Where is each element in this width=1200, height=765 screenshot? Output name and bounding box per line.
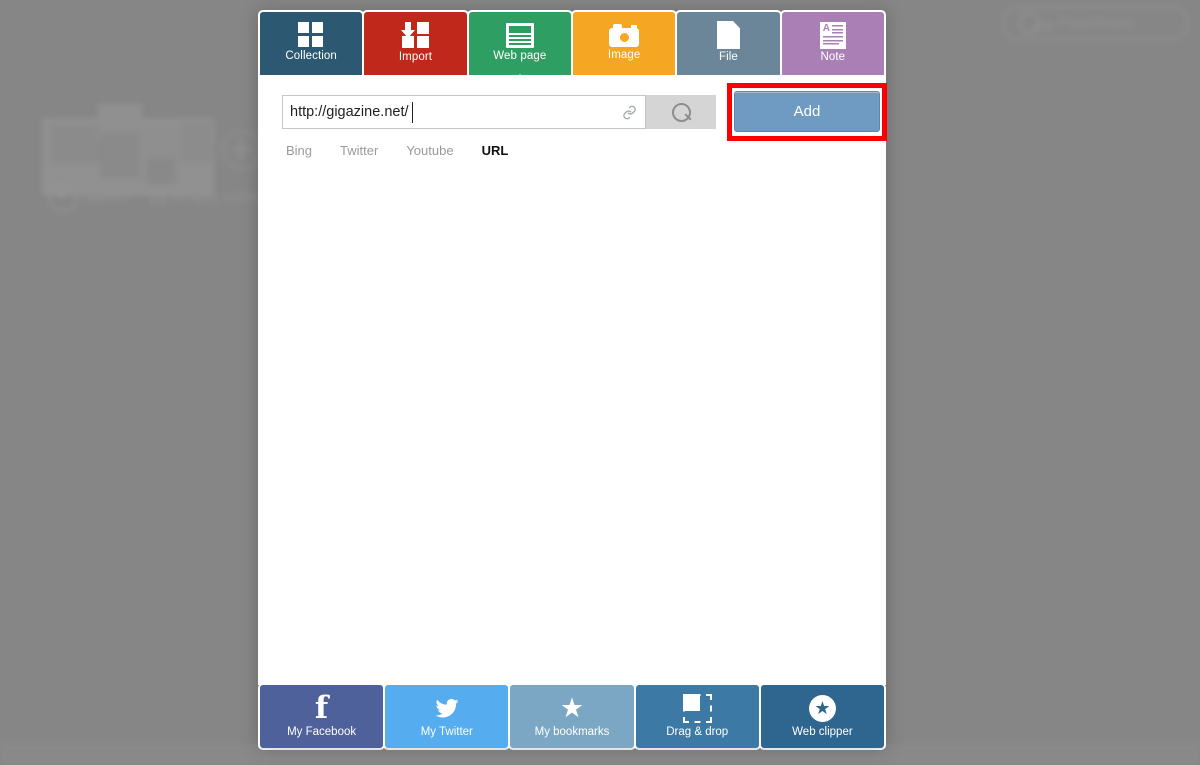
source-tabs: Bing Twitter Youtube URL — [282, 143, 862, 158]
url-input-wrapper — [282, 95, 646, 129]
content-type-tabbar: Collection Import Web page Image File A … — [258, 12, 886, 86]
tab-label: Note — [820, 51, 846, 63]
avatar — [48, 182, 78, 212]
search-button[interactable] — [646, 95, 716, 129]
global-search-box: Pearltrees — [1002, 6, 1188, 40]
about-label: about — [86, 187, 129, 206]
tile-drag-and-drop[interactable]: Drag & drop — [635, 685, 759, 748]
tile-my-bookmarks[interactable]: ★ My bookmarks — [510, 685, 634, 748]
tab-collection[interactable]: Collection — [260, 12, 363, 75]
tile-my-facebook[interactable]: f My Facebook — [260, 685, 384, 748]
source-tab-twitter[interactable]: Twitter — [340, 143, 378, 158]
dialog-body: Add Bing Twitter Youtube URL — [258, 75, 887, 685]
twitter-icon — [432, 693, 462, 723]
source-tab-bing[interactable]: Bing — [286, 143, 312, 158]
tile-label: My bookmarks — [534, 726, 610, 738]
grid-icon — [298, 22, 325, 48]
star-icon: ★ — [559, 693, 585, 723]
clipper-icon: ★ — [808, 693, 836, 723]
tile-label: My Facebook — [287, 726, 357, 738]
tile-label: Web clipper — [792, 726, 853, 738]
tab-label: Collection — [285, 50, 337, 62]
shortcut-tilebar: f My Facebook My Twitter ★ My bookmarks … — [258, 685, 886, 748]
tile-my-twitter[interactable]: My Twitter — [385, 685, 509, 748]
app-root: about empty collection Pearltrees Collec… — [0, 0, 1200, 765]
webpage-icon — [505, 23, 534, 48]
note-icon: A — [819, 22, 846, 49]
grid-icon — [150, 190, 165, 204]
tab-image[interactable]: Image — [572, 12, 676, 75]
dragdrop-icon — [682, 693, 712, 723]
add-content-dialog: Collection Import Web page Image File A … — [258, 12, 887, 748]
search-icon — [1018, 11, 1041, 34]
tab-note[interactable]: A Note — [781, 12, 884, 75]
facebook-icon: f — [314, 690, 329, 726]
tab-import[interactable]: Import — [364, 12, 467, 75]
add-pearl-button — [222, 130, 262, 170]
source-tab-youtube[interactable]: Youtube — [406, 143, 453, 158]
tab-label: Web page — [493, 50, 547, 62]
tab-file[interactable]: File — [677, 12, 780, 75]
tile-label: My Twitter — [420, 726, 473, 738]
chain-link-icon[interactable] — [622, 105, 637, 120]
source-tab-url[interactable]: URL — [482, 143, 509, 158]
search-placeholder: Pearltrees — [1058, 13, 1136, 32]
add-button[interactable]: Add — [734, 91, 880, 132]
url-input[interactable] — [283, 96, 645, 128]
camera-icon — [609, 24, 640, 47]
url-search-row: Add — [282, 83, 887, 141]
chevron-down-icon — [1042, 23, 1054, 31]
tab-label: Import — [398, 51, 433, 63]
tab-label: File — [719, 51, 738, 63]
tab-web-page[interactable]: Web page — [468, 12, 571, 86]
tile-label: Drag & drop — [666, 726, 729, 738]
document-icon — [716, 21, 740, 49]
tile-web-clipper[interactable]: ★ Web clipper — [760, 685, 885, 748]
tab-label: Image — [607, 49, 641, 61]
text-cursor — [412, 102, 413, 123]
import-icon — [400, 22, 431, 49]
magnifier-icon — [671, 102, 691, 122]
